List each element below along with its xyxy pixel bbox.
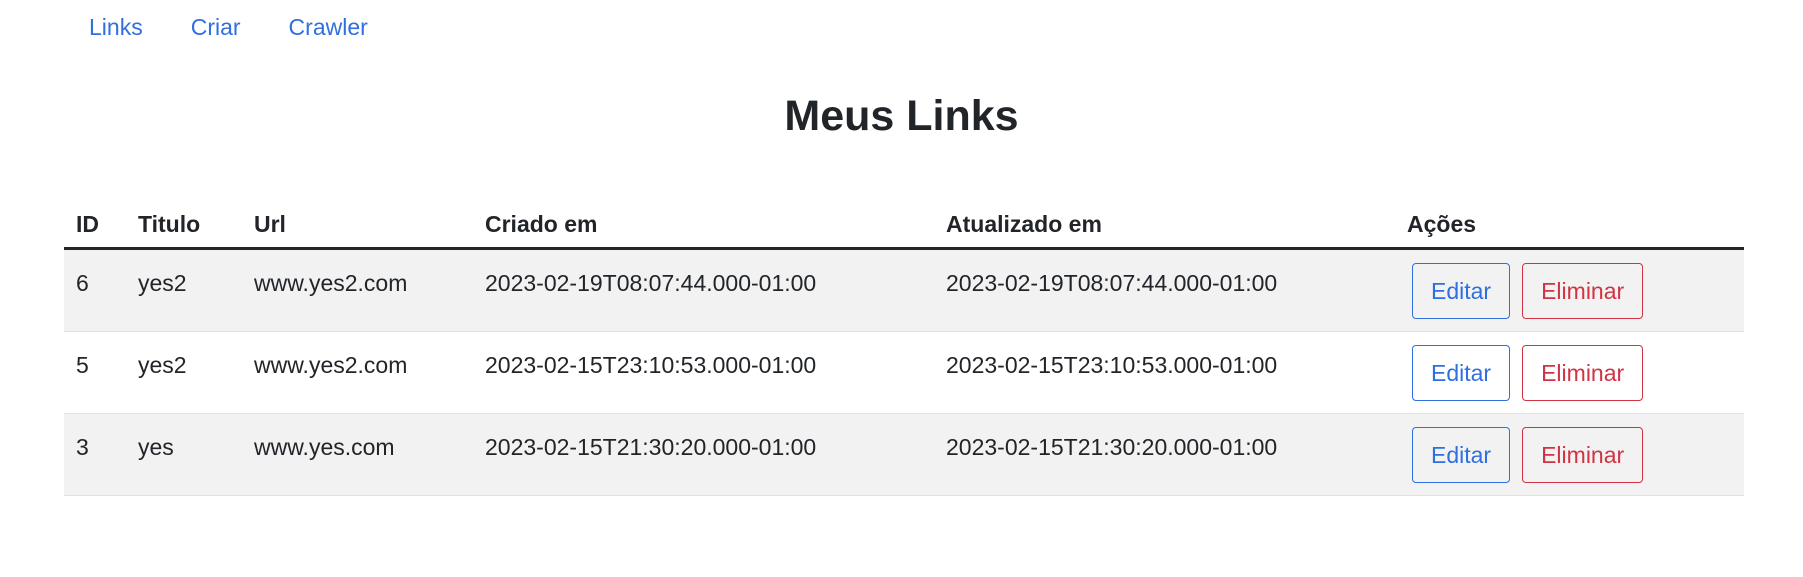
row-actions: Editar Eliminar [1407,250,1732,319]
cell-url: www.yes.com [242,413,473,496]
column-header-criado: Criado em [473,200,934,250]
cell-atualizado-text: 2023-02-15T23:10:53.000-01:00 [946,352,1278,378]
page-title: Meus Links [784,92,1019,140]
cell-criado: 2023-02-19T08:07:44.000-01:00 [473,248,934,332]
cell-id: 3 [64,413,126,496]
cell-titulo: yes [126,413,242,496]
delete-button[interactable]: Eliminar [1522,427,1644,483]
table-row: 5 yes2 www.yes2.com 2023-02-15T23:10:53.… [64,331,1744,414]
cell-id: 6 [64,248,126,332]
nav-link-criar[interactable]: Criar [167,8,265,46]
links-table-container: ID Titulo Url Criado em Atualizado em Aç… [64,200,1744,496]
top-nav: Links Criar Crawler [65,8,392,46]
cell-id-text: 3 [76,434,89,460]
column-header-titulo: Titulo [126,200,242,250]
cell-criado-text: 2023-02-19T08:07:44.000-01:00 [485,270,817,296]
delete-button[interactable]: Eliminar [1522,263,1644,319]
edit-button[interactable]: Editar [1412,345,1511,401]
edit-button[interactable]: Editar [1412,263,1511,319]
cell-titulo: yes2 [126,331,242,414]
cell-atualizado-text: 2023-02-19T08:07:44.000-01:00 [946,270,1278,296]
cell-titulo-text: yes2 [138,270,187,296]
cell-atualizado: 2023-02-19T08:07:44.000-01:00 [934,248,1395,332]
cell-titulo: yes2 [126,248,242,332]
links-table: ID Titulo Url Criado em Atualizado em Aç… [64,200,1744,496]
nav-link-links[interactable]: Links [65,8,167,46]
cell-atualizado-text: 2023-02-15T21:30:20.000-01:00 [946,434,1278,460]
column-header-id: ID [64,200,126,250]
cell-atualizado: 2023-02-15T21:30:20.000-01:00 [934,413,1395,496]
cell-criado: 2023-02-15T21:30:20.000-01:00 [473,413,934,496]
cell-criado: 2023-02-15T23:10:53.000-01:00 [473,331,934,414]
cell-url-text: www.yes2.com [254,352,408,378]
cell-acoes: Editar Eliminar [1395,331,1744,414]
delete-button[interactable]: Eliminar [1522,345,1644,401]
column-header-atualizado: Atualizado em [934,200,1395,250]
cell-criado-text: 2023-02-15T23:10:53.000-01:00 [485,352,817,378]
cell-atualizado: 2023-02-15T23:10:53.000-01:00 [934,331,1395,414]
cell-criado-text: 2023-02-15T21:30:20.000-01:00 [485,434,817,460]
cell-url-text: www.yes.com [254,434,395,460]
cell-id-text: 5 [76,352,89,378]
cell-url: www.yes2.com [242,248,473,332]
cell-url-text: www.yes2.com [254,270,408,296]
cell-id-text: 6 [76,270,89,296]
table-header-row: ID Titulo Url Criado em Atualizado em Aç… [64,200,1744,250]
cell-titulo-text: yes2 [138,352,187,378]
cell-titulo-text: yes [138,434,174,460]
column-header-acoes: Ações [1395,200,1744,250]
row-actions: Editar Eliminar [1407,414,1732,483]
row-actions: Editar Eliminar [1407,332,1732,401]
column-header-url: Url [242,200,473,250]
table-row: 6 yes2 www.yes2.com 2023-02-19T08:07:44.… [64,248,1744,332]
cell-id: 5 [64,331,126,414]
table-row: 3 yes www.yes.com 2023-02-15T21:30:20.00… [64,413,1744,496]
cell-acoes: Editar Eliminar [1395,413,1744,496]
table-body: 6 yes2 www.yes2.com 2023-02-19T08:07:44.… [64,248,1744,496]
table-header: ID Titulo Url Criado em Atualizado em Aç… [64,200,1744,250]
cell-url: www.yes2.com [242,331,473,414]
nav-link-crawler[interactable]: Crawler [265,8,392,46]
edit-button[interactable]: Editar [1412,427,1511,483]
cell-acoes: Editar Eliminar [1395,248,1744,332]
